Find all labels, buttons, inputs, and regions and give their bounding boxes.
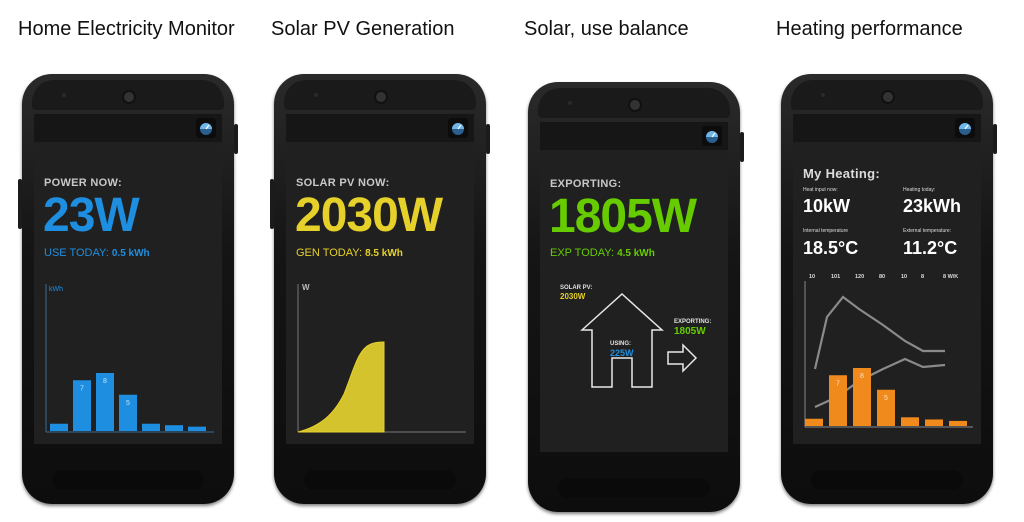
use-today-value: 0.5 kWh	[111, 248, 150, 259]
app-bar	[286, 114, 474, 142]
chart-bar	[805, 418, 823, 426]
chart-bar	[50, 423, 68, 431]
phone-sensor	[62, 93, 66, 97]
phone-screen: SOLAR PV NOW: 2030W GEN TODAY: 8.5 kWh W	[286, 114, 474, 444]
heat-loss-value: 80	[879, 274, 885, 280]
exporting-small-label: EXPORTING:	[674, 319, 711, 325]
chart-bar	[142, 423, 160, 431]
heat-input-value: 10kW	[803, 196, 851, 216]
bar-data-label: 5	[884, 395, 888, 402]
heat-loss-value: 10	[809, 274, 815, 280]
phone-electricity-monitor: POWER NOW: 23W USE TODAY: 0.5 kWh kWh 7 8…	[18, 74, 238, 504]
phone-camera	[881, 90, 895, 104]
solar-pv-now-value: 2030W	[295, 189, 443, 242]
external-temp-value: 11.2°C	[903, 238, 958, 258]
heat-loss-value: 120	[855, 274, 864, 280]
caption-home-electricity-monitor: Home Electricity Monitor	[18, 18, 235, 40]
phone-power-button[interactable]	[486, 124, 490, 154]
internal-temperature-line	[813, 295, 945, 370]
power-now-label: POWER NOW:	[44, 177, 122, 189]
generation-area	[297, 341, 385, 433]
solar-pv-now-label: SOLAR PV NOW:	[296, 177, 390, 189]
exporting-label: EXPORTING:	[550, 178, 622, 190]
chart-axis-label: kWh	[49, 286, 63, 293]
internal-temp-label: Internal temperature	[803, 228, 849, 234]
gen-today-value: 8.5 kWh	[365, 248, 403, 259]
gauge-icon[interactable]	[955, 118, 975, 138]
phone-sensor	[821, 93, 825, 97]
phone-solar-pv: SOLAR PV NOW: 2030W GEN TODAY: 8.5 kWh W	[270, 74, 490, 504]
chart-bar	[901, 417, 919, 426]
heat-loss-value: 101	[831, 274, 840, 280]
gauge-icon[interactable]	[702, 126, 722, 146]
internal-temp-value: 18.5°C	[803, 238, 859, 258]
bar-data-label: 8	[860, 373, 864, 380]
caption-solar-pv-generation: Solar PV Generation	[271, 18, 455, 40]
exp-today-label: EXP TODAY:	[550, 247, 614, 259]
solar-generation-curve: W	[297, 283, 466, 433]
chart-axis-label: W	[302, 283, 310, 292]
bar-data-label: 7	[80, 385, 84, 392]
phone-chin	[811, 470, 963, 490]
gauge-icon[interactable]	[196, 118, 216, 138]
phone-volume-button[interactable]	[270, 179, 274, 229]
bar-data-label: 8	[103, 378, 107, 385]
phone-screen: POWER NOW: 23W USE TODAY: 0.5 kWh kWh 7 8…	[34, 114, 222, 444]
caption-solar-use-balance: Solar, use balance	[524, 18, 689, 40]
my-heating-title: My Heating:	[803, 166, 880, 181]
bar-data-label: 7	[836, 380, 840, 387]
chart-bar	[925, 419, 943, 426]
exp-today-readout: EXP TODAY: 4.5 kWh	[550, 247, 655, 259]
phone-chin	[52, 470, 204, 490]
exporting-value: 1805W	[549, 190, 697, 243]
phone-camera	[628, 98, 642, 112]
phone-sensor	[568, 101, 572, 105]
solar-pv-label: SOLAR PV:	[560, 285, 592, 291]
heat-loss-value: 8 W/K	[943, 274, 958, 280]
gen-today-readout: GEN TODAY: 8.5 kWh	[296, 247, 403, 259]
app-bar	[34, 114, 222, 142]
phone-sensor	[314, 93, 318, 97]
caption-heating-performance: Heating performance	[776, 18, 963, 40]
export-arrow-icon	[667, 343, 698, 373]
use-today-label: USE TODAY:	[44, 247, 109, 259]
phone-power-button[interactable]	[740, 132, 744, 162]
phone-screen: EXPORTING: 1805W EXP TODAY: 4.5 kWh SOLA…	[540, 122, 728, 452]
heating-today-label: Heating today:	[903, 187, 936, 193]
phone-solar-balance: EXPORTING: 1805W EXP TODAY: 4.5 kWh SOLA…	[528, 82, 744, 512]
phone-power-button[interactable]	[234, 124, 238, 154]
heating-today-value: 23kWh	[903, 196, 962, 216]
exp-today-value: 4.5 kWh	[617, 248, 655, 259]
chart-bar	[188, 426, 206, 431]
solar-pv-value: 2030W	[560, 292, 586, 301]
gen-today-label: GEN TODAY:	[296, 247, 363, 259]
usage-bar-chart: kWh 7 8 5	[45, 284, 214, 433]
chart-bar	[165, 425, 183, 431]
phone-volume-button[interactable]	[18, 179, 22, 229]
phone-chin	[558, 478, 710, 498]
heat-loss-value: 8	[921, 274, 924, 280]
chart-bar	[949, 420, 967, 426]
heat-loss-value: 10	[901, 274, 907, 280]
exporting-small-value: 1805W	[674, 326, 706, 337]
gauge-icon[interactable]	[448, 118, 468, 138]
phone-power-button[interactable]	[993, 124, 997, 154]
house-balance-diagram: SOLAR PV: 2030W USING: 225W EXPORTING: 1…	[560, 285, 711, 388]
app-bar	[540, 122, 728, 150]
app-bar	[793, 114, 981, 142]
heat-input-label: Heat input now:	[803, 187, 838, 193]
phone-screen: My Heating: Heat input now: 10kW Heating…	[793, 114, 981, 444]
use-today-readout: USE TODAY: 0.5 kWh	[44, 247, 150, 259]
using-label: USING:	[610, 341, 631, 347]
phone-chin	[304, 470, 456, 490]
phone-heating-performance: My Heating: Heat input now: 10kW Heating…	[781, 74, 997, 504]
power-now-value: 23W	[43, 189, 140, 242]
heating-bar-chart: 7 8 5 10 101 120 80 10 8 8 W/K	[804, 274, 973, 428]
bar-data-label: 5	[126, 400, 130, 407]
external-temp-label: External temperature:	[903, 228, 952, 234]
using-value: 225W	[610, 348, 634, 358]
phone-camera	[122, 90, 136, 104]
phone-camera	[374, 90, 388, 104]
